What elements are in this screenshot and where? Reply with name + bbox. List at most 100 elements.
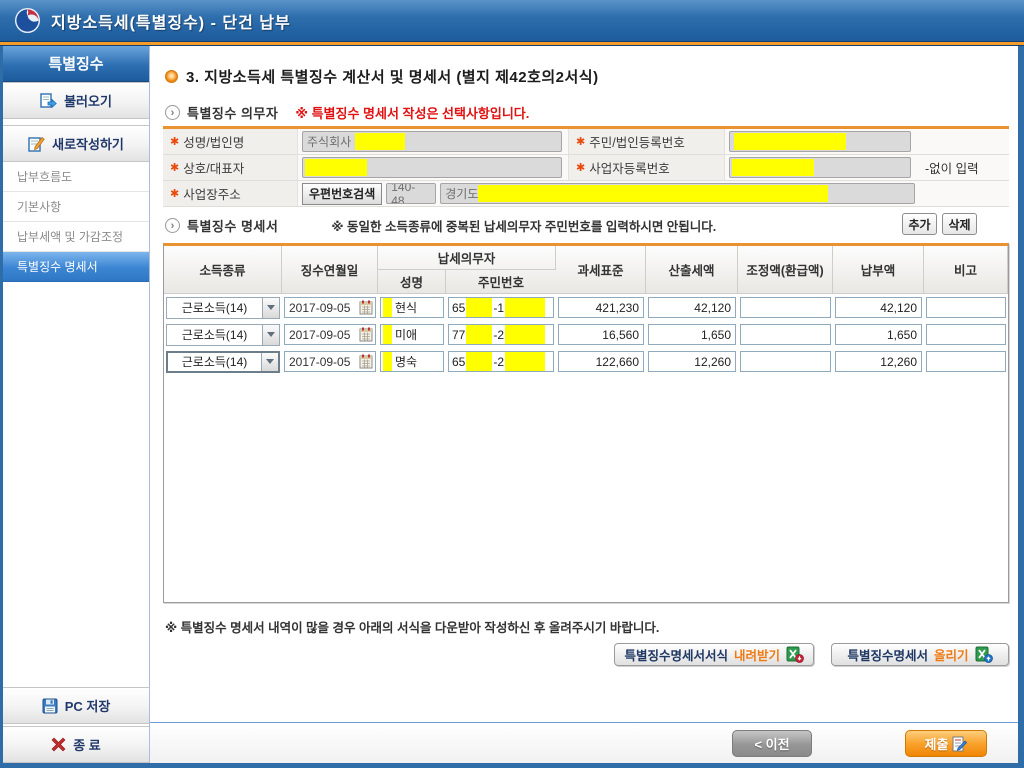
calendar-icon[interactable] [359, 327, 373, 342]
calculated-tax-cell: 1,650 [646, 321, 738, 348]
download-template-action: 내려받기 [733, 649, 780, 663]
redaction-mask [355, 133, 406, 150]
detail-section-header: › 특별징수 명세서 ※ 동일한 소득종류에 중복된 납세의무자 주민번호를 입… [165, 216, 716, 235]
tax-base-input[interactable]: 122,660 [558, 351, 644, 372]
tax-base-input[interactable]: 421,230 [558, 297, 644, 318]
sidebar-item-tax-adjustment[interactable]: 납부세액 및 가감조정 [3, 222, 149, 252]
calculated-tax-cell: 12,260 [646, 348, 738, 375]
taxpayer-name-value: 미애 [395, 328, 418, 342]
chevron-circle-icon: › [165, 105, 180, 120]
jumin-input[interactable]: 77 -2 [448, 324, 554, 345]
header-income-type: 소득종류 [164, 246, 282, 294]
calculated-tax-input[interactable]: 42,120 [648, 297, 736, 318]
collection-date-input[interactable]: 2017-09-05 [284, 351, 376, 372]
name-label-cell: ✱ 성명/법인명 [163, 129, 298, 154]
corp-reg-input[interactable] [729, 131, 911, 152]
load-button-label: 불러오기 [64, 94, 112, 109]
jumin-cell: 77 -2 [446, 321, 556, 348]
income-type-select[interactable]: 근로소득(14) [166, 350, 280, 373]
collection-date-input[interactable]: 2017-09-05 [284, 297, 376, 318]
title-bar: 지방소득세(특별징수) - 단건 납부 [0, 0, 1024, 41]
form-row: ✱ 상호/대표자 ✱ 사업자등록번호 -없이 입력 [163, 155, 1009, 181]
pc-save-button[interactable]: PC 저장 [3, 687, 149, 724]
calculated-tax-value: 12,260 [694, 354, 731, 369]
payment-input[interactable]: 1,650 [835, 324, 922, 345]
chevron-circle-icon: › [165, 218, 180, 233]
collection-date-input[interactable]: 2017-09-05 [284, 324, 376, 345]
adjustment-input[interactable] [740, 351, 831, 372]
chevron-down-icon[interactable] [262, 324, 279, 345]
income-type-select[interactable]: 근로소득(14) [166, 323, 280, 346]
obligor-section-title: 특별징수 의무자 [187, 106, 279, 121]
new-document-button-label: 새로작성하기 [52, 137, 124, 152]
sidebar-item-basic-info[interactable]: 기본사항 [3, 192, 149, 222]
add-row-button[interactable]: 추가 [902, 213, 937, 235]
download-template-button[interactable]: 특별징수명세서서식 내려받기 [614, 643, 814, 666]
upload-statement-button[interactable]: 특별징수명세서 올리기 [831, 643, 1009, 666]
calculated-tax-input[interactable]: 1,650 [648, 324, 736, 345]
remark-input[interactable] [926, 297, 1006, 318]
bottom-bar: < 이전 제출 [150, 722, 1018, 763]
delete-row-button[interactable]: 삭제 [942, 213, 977, 235]
calculated-tax-value: 1,650 [700, 327, 731, 342]
chevron-down-icon[interactable] [262, 297, 279, 318]
tax-base-input[interactable]: 16,560 [558, 324, 644, 345]
redaction-mask [383, 298, 392, 317]
remark-input[interactable] [926, 351, 1006, 372]
exit-button[interactable]: 종 료 [3, 726, 149, 763]
previous-button[interactable]: < 이전 [732, 730, 812, 757]
load-button[interactable]: 불러오기 [3, 82, 149, 119]
calculated-tax-cell: 42,120 [646, 294, 738, 321]
remark-input[interactable] [926, 324, 1006, 345]
exit-button-label: 종 료 [73, 738, 101, 753]
obligor-section-header: › 특별징수 의무자 ※ 특별징수 명세서 작성은 선택사항입니다. [165, 103, 529, 122]
header-taxpayer-group: 납세의무자 [378, 246, 556, 270]
detail-table: 소득종류 징수연월일 납세의무자 과세표준 산출세액 조정액(환급액) 납부액 … [163, 243, 1009, 603]
taxpayer-name-input[interactable]: 미애 [380, 324, 444, 345]
corp-reg-label: 주민/법인등록번호 [589, 136, 685, 150]
tax-base-cell: 16,560 [556, 321, 646, 348]
payment-value: 1,650 [886, 327, 917, 342]
collection-date-cell: 2017-09-05 [282, 348, 378, 375]
address-input[interactable]: 경기도 [440, 183, 916, 204]
adjustment-input[interactable] [740, 297, 831, 318]
redaction-mask [466, 325, 493, 344]
calendar-icon[interactable] [359, 354, 373, 369]
jumin-input[interactable]: 65 -1 [448, 297, 554, 318]
zip-search-button[interactable]: 우편번호검색 [302, 182, 383, 205]
taxpayer-name-input[interactable]: 명숙 [380, 351, 444, 372]
payment-input[interactable]: 42,120 [835, 297, 922, 318]
taxpayer-name-input[interactable]: 현식 [380, 297, 444, 318]
payment-input[interactable]: 12,260 [835, 351, 922, 372]
header-tax-base: 과세표준 [556, 246, 646, 294]
adjustment-input[interactable] [740, 324, 831, 345]
income-type-value: 근로소득(14) [181, 355, 248, 369]
income-type-value: 근로소득(14) [181, 301, 248, 315]
chevron-down-icon[interactable] [261, 352, 278, 371]
sidebar: 특별징수 불러오기 새로작성하기 납부흐름도 기본사항 납부세액 및 가감조정 … [3, 46, 150, 763]
sidebar-item-detail-statement[interactable]: 특별징수 명세서 [3, 252, 149, 282]
submit-button[interactable]: 제출 [905, 730, 987, 757]
biz-reg-input[interactable] [729, 157, 911, 178]
taxpayer-name-cell: 명숙 [378, 348, 446, 375]
address-label-cell: ✱ 사업장주소 [163, 181, 298, 206]
sidebar-bottom: PC 저장 종 료 [3, 687, 149, 763]
upload-note: ※ 특별징수 명세서 내역이 많을 경우 아래의 서식을 다운받아 작성하신 후… [165, 621, 660, 635]
zip-code-input[interactable]: 140-48_ [386, 183, 437, 204]
income-type-select[interactable]: 근로소득(14) [166, 296, 280, 319]
jumin-input[interactable]: 65 -2 [448, 351, 554, 372]
address-label: 사업장주소 [183, 188, 241, 202]
calculated-tax-input[interactable]: 12,260 [648, 351, 736, 372]
tax-base-cell: 421,230 [556, 294, 646, 321]
corp-name-input[interactable]: 주식회사 [302, 131, 562, 152]
payment-value: 42,120 [880, 300, 917, 315]
redaction-mask [383, 325, 392, 344]
header-name: 성명 [378, 270, 446, 294]
form-row: ✱ 사업장주소 우편번호검색 140-48_ 경기도 [163, 181, 1009, 207]
calendar-icon[interactable] [359, 300, 373, 315]
trade-name-input[interactable] [302, 157, 562, 178]
new-document-button[interactable]: 새로작성하기 [3, 125, 149, 162]
zip-search-button-label: 우편번호검색 [309, 187, 376, 201]
sidebar-item-payment-flow[interactable]: 납부흐름도 [3, 162, 149, 192]
close-x-icon [51, 737, 66, 752]
